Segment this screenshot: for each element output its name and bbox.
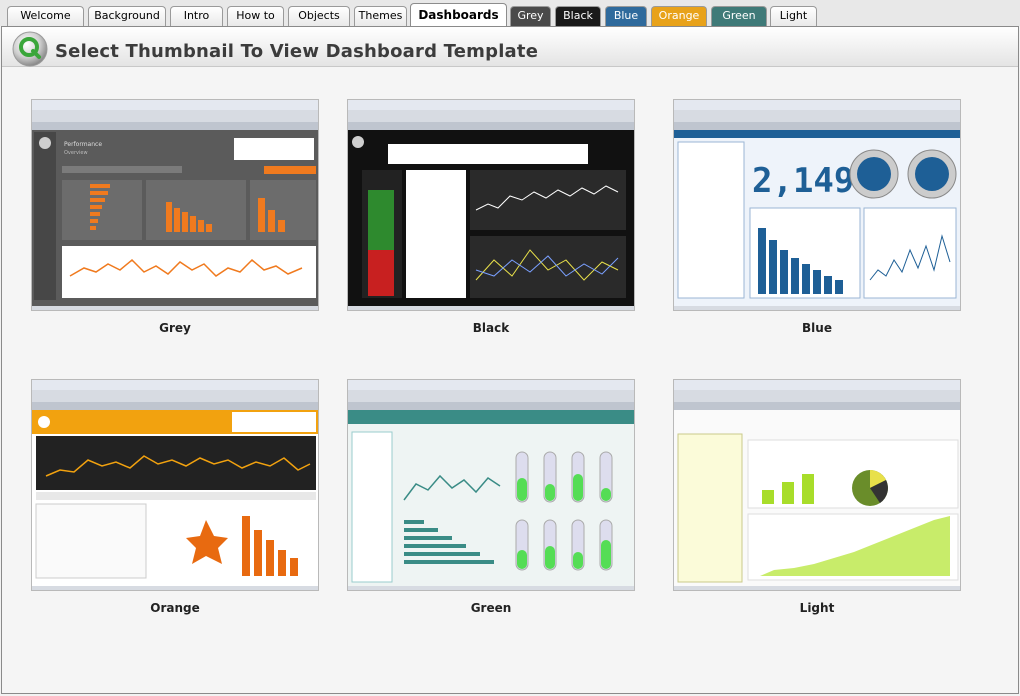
- sheet-tab-bar: Welcome Background Intro How to Objects …: [0, 0, 1020, 26]
- tab-black[interactable]: Black: [555, 6, 601, 26]
- svg-text:Overview: Overview: [64, 150, 88, 156]
- thumbnail-light[interactable]: [673, 379, 961, 591]
- tab-grey[interactable]: Grey: [510, 6, 551, 26]
- thumbnail-label-green: Green: [470, 601, 512, 615]
- thumbnail-label-black: Black: [472, 321, 510, 335]
- tab-orange[interactable]: Orange: [651, 6, 707, 26]
- dashboard-sheet: Select Thumbnail To View Dashboard Templ…: [1, 26, 1019, 694]
- thumbnail-label-blue: Blue: [802, 321, 832, 335]
- tab-green[interactable]: Green: [711, 6, 767, 26]
- tab-background[interactable]: Background: [88, 6, 166, 26]
- tab-welcome[interactable]: Welcome: [7, 6, 84, 26]
- svg-text:Performance: Performance: [64, 141, 102, 148]
- qlikview-logo: [10, 29, 50, 69]
- tab-light[interactable]: Light: [770, 6, 817, 26]
- tab-how-to[interactable]: How to: [227, 6, 284, 26]
- thumbnail-orange[interactable]: [31, 379, 319, 591]
- sheet-header: Select Thumbnail To View Dashboard Templ…: [2, 27, 1018, 67]
- thumbnail-blue[interactable]: 2,149: [673, 99, 961, 311]
- thumbnail-label-grey: Grey: [159, 321, 191, 335]
- tab-themes[interactable]: Themes: [354, 6, 407, 26]
- thumbnail-label-orange: Orange: [150, 601, 200, 615]
- thumbnail-label-light: Light: [799, 601, 835, 615]
- tab-blue[interactable]: Blue: [605, 6, 647, 26]
- svg-text:2,149: 2,149: [752, 161, 854, 201]
- thumbnail-green[interactable]: [347, 379, 635, 591]
- thumbnail-black[interactable]: [347, 99, 635, 311]
- tab-dashboards[interactable]: Dashboards: [410, 3, 507, 26]
- thumbnail-grey[interactable]: Performance Overview: [31, 99, 319, 311]
- page-title: Select Thumbnail To View Dashboard Templ…: [55, 41, 539, 62]
- tab-intro[interactable]: Intro: [170, 6, 223, 26]
- tab-objects[interactable]: Objects: [288, 6, 350, 26]
